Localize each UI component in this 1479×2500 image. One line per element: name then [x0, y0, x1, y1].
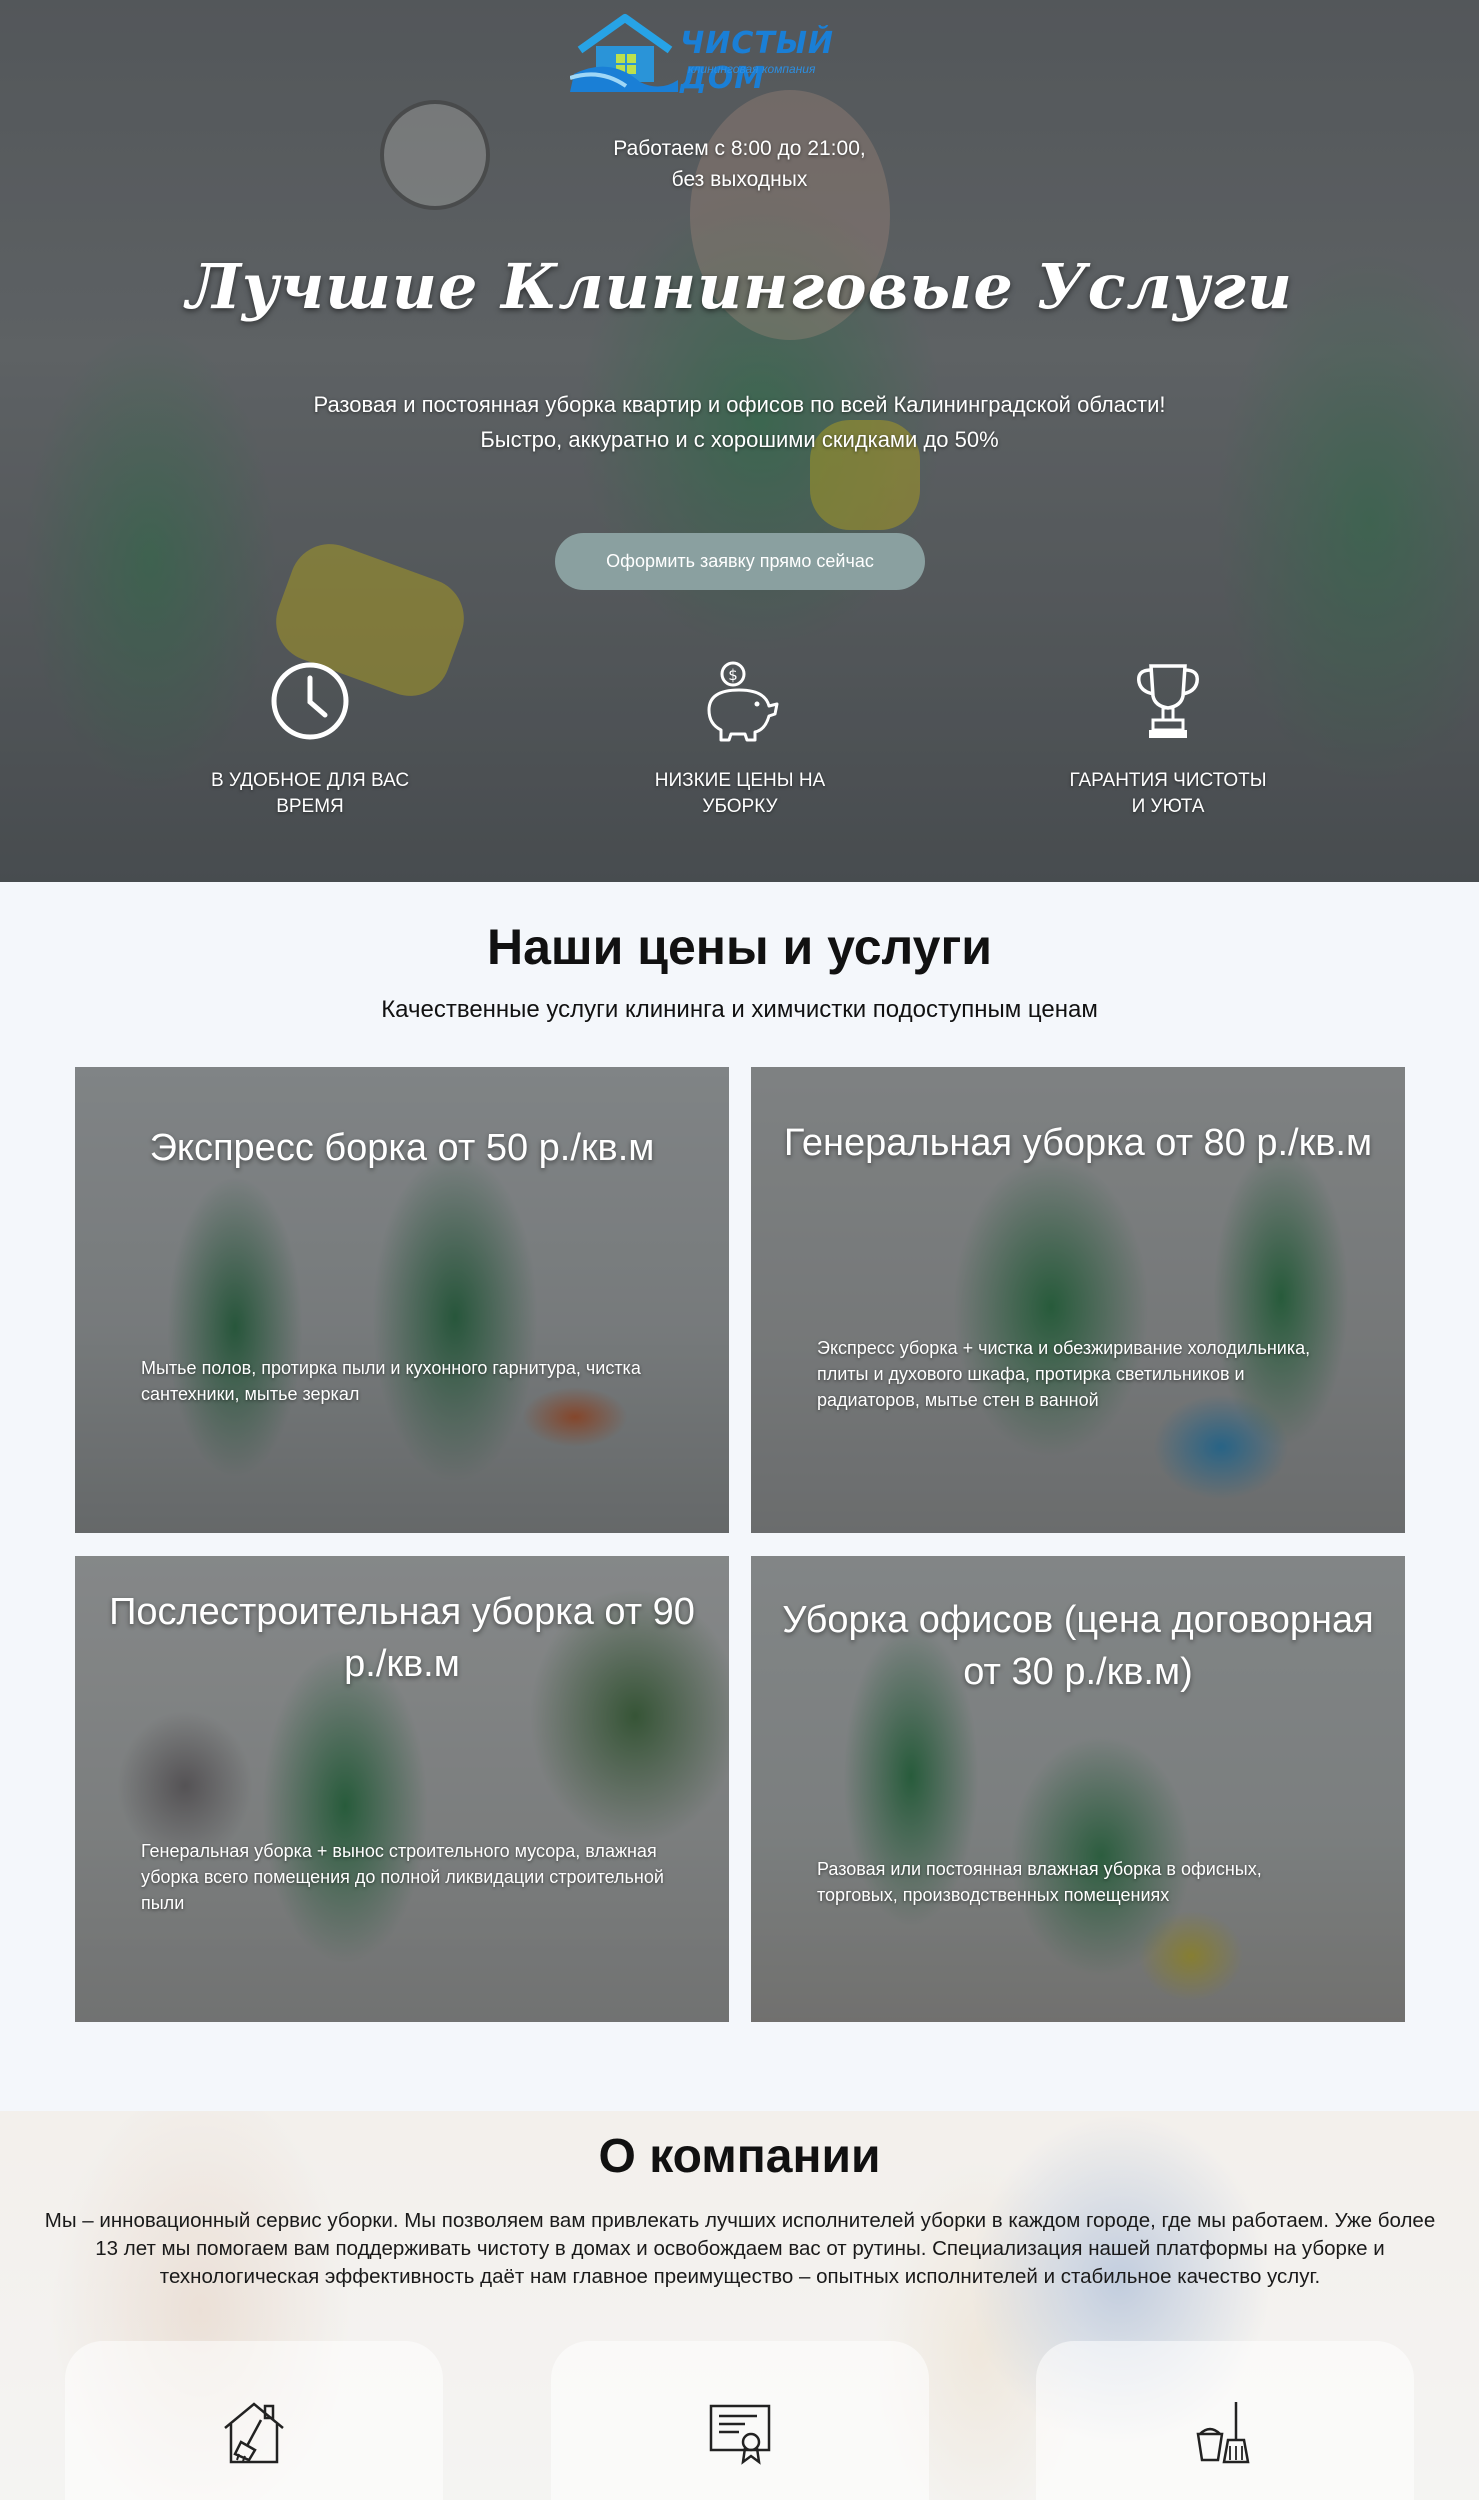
clock-icon — [271, 662, 349, 740]
feature-label: Низкие цены на уборку — [654, 770, 826, 817]
about-section: О компании Мы – инновационный сервис убо… — [0, 2111, 1479, 2500]
svg-text:$: $ — [728, 666, 738, 684]
certificate-icon — [709, 2404, 771, 2465]
piggy-bank-icon: $ — [707, 661, 779, 742]
service-card-description: Мытье полов, протирка пыли и кухонного г… — [141, 1358, 641, 1404]
service-card-general[interactable]: Генеральная уборка от 80 р./кв.м Экспрес… — [751, 1067, 1405, 1533]
order-button[interactable]: Оформить заявку прямо сейчас — [555, 533, 925, 590]
house-cleaning-icon — [224, 2402, 284, 2464]
service-card-description: Экспресс уборка + чистка и обезжиривание… — [817, 1338, 1311, 1410]
broom-bucket-icon — [1196, 2402, 1250, 2464]
service-card-title: Послестроительная уборка от 90 р./кв.м — [109, 1591, 695, 1685]
hero-subtitle: Разовая и постоянная уборка квартир и оф… — [0, 387, 1479, 457]
feature-label: В удобное для вас время — [210, 770, 410, 817]
hero-section: ЧИСТЫЙ ДОМ клининговая компания Работаем… — [0, 0, 1479, 882]
house-logo-icon — [570, 14, 678, 92]
hero-subtitle-line: Быстро, аккуратно и с хорошими скидками … — [480, 427, 999, 452]
about-card-broom-bucket — [1036, 2341, 1414, 2500]
trophy-icon — [1137, 664, 1199, 738]
about-title: О компании — [598, 2130, 881, 2183]
about-text: Мы – инновационный сервис уборки. Мы поз… — [44, 2209, 1436, 2288]
service-card-express[interactable]: Экспресс борка от 50 р./кв.м Мытье полов… — [75, 1067, 729, 1533]
logo-tagline: клининговая компания — [688, 62, 816, 76]
feature-low-prices: $ Низкие цены на уборку — [590, 660, 890, 820]
feature-convenient-time: В удобное для вас время — [160, 660, 460, 820]
feature-label: Гарантия чистоты и уюта — [1069, 770, 1267, 817]
about-card-house-cleaning — [65, 2341, 443, 2500]
service-card-title: Экспресс борка от 50 р./кв.м — [149, 1127, 655, 1169]
working-hours-line: Работаем с 8:00 до 21:00, — [613, 137, 866, 160]
service-card-description: Генеральная уборка + вынос строительного… — [141, 1841, 664, 1913]
hero-subtitle-line: Разовая и постоянная уборка квартир и оф… — [313, 392, 1166, 417]
service-card-title: Уборка офисов (цена договорная от 30 р./… — [782, 1599, 1374, 1693]
prices-subtitle: Качественные услуги клининга и химчистки… — [381, 996, 1098, 1023]
working-hours-line: без выходных — [671, 168, 808, 191]
prices-title: Наши цены и услуги — [486, 919, 993, 975]
service-card-office[interactable]: Уборка офисов (цена договорная от 30 р./… — [751, 1556, 1405, 2022]
feature-guarantee: Гарантия чистоты и уюта — [1018, 660, 1318, 820]
working-hours: Работаем с 8:00 до 21:00, без выходных — [0, 133, 1479, 195]
hero-title: Лучшие Клининговые Услуги — [186, 250, 1293, 323]
logo[interactable]: ЧИСТЫЙ ДОМ клининговая компания — [570, 12, 910, 96]
service-card-post-construction[interactable]: Послестроительная уборка от 90 р./кв.м Г… — [75, 1556, 729, 2022]
logo-title: ЧИСТЫЙ ДОМ — [680, 26, 835, 96]
service-card-title: Генеральная уборка от 80 р./кв.м — [783, 1122, 1373, 1164]
service-card-description: Разовая или постоянная влажная уборка в … — [817, 1859, 1262, 1905]
about-card-certificate — [551, 2341, 929, 2500]
